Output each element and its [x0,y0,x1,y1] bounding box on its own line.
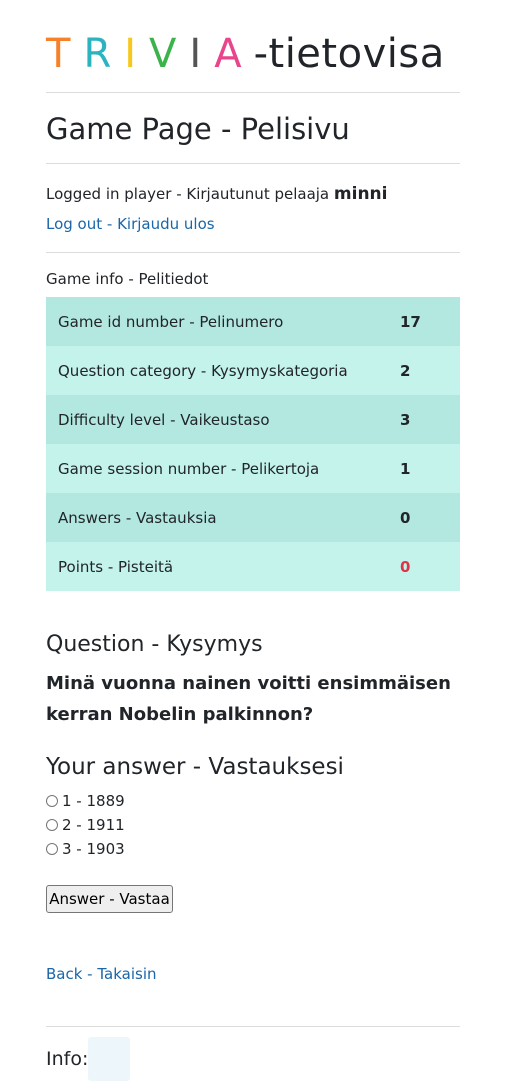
logout-link[interactable]: Log out - Kirjaudu ulos [46,213,215,235]
radio-button[interactable] [46,843,58,855]
question-text: Minä vuonna nainen voitti ensimmäisen ke… [46,673,451,725]
row-value: 1 [390,444,460,493]
logged-in-label: Logged in player - Kirjautunut pelaaja [46,185,334,203]
row-label: Difficulty level - Vaikeustaso [46,395,390,444]
row-value: 2 [390,346,460,395]
logo-letter: R [83,31,112,77]
info-box [88,1037,131,1081]
row-label: Question category - Kysymyskategoria [46,346,390,395]
question-heading: Question - Kysymys [46,632,263,657]
divider [46,1026,460,1027]
row-label: Game session number - Pelikertoja [46,444,390,493]
logo-suffix: -tietovisa [253,31,445,77]
option-label: 1 - 1889 [62,792,125,810]
option-label: 3 - 1903 [62,840,125,858]
row-value: 3 [390,395,460,444]
table-row: Game id number - Pelinumero 17 [46,297,460,346]
back-link[interactable]: Back - Takaisin [46,963,157,985]
answer-options: 1 - 1889 2 - 1911 3 - 1903 [46,789,125,861]
answer-option[interactable]: 3 - 1903 [46,837,125,861]
table-row: Points - Pisteitä 0 [46,542,460,591]
table-row: Answers - Vastauksia 0 [46,493,460,542]
points-value: 0 [390,542,460,591]
radio-button[interactable] [46,819,58,831]
logo-letter: I [124,31,137,77]
divider [46,252,460,253]
answer-heading: Your answer - Vastauksesi [46,754,344,780]
trivia-logo: T R I V I A -tietovisa [46,30,445,78]
divider [46,92,460,93]
answer-option[interactable]: 1 - 1889 [46,789,125,813]
logged-in-player: Logged in player - Kirjautunut pelaaja m… [46,182,387,206]
info-row: Info: [46,1037,131,1081]
option-label: 2 - 1911 [62,816,125,834]
answer-option[interactable]: 2 - 1911 [46,813,125,837]
game-info-label: Game info - Pelitiedot [46,270,209,288]
logo-letter: T [46,31,71,77]
row-value: 17 [390,297,460,346]
answer-button[interactable]: Answer - Vastaa [46,885,173,913]
table-row: Difficulty level - Vaikeustaso 3 [46,395,460,444]
radio-button[interactable] [46,795,58,807]
logo-letter: V [149,31,177,77]
logo-letter: I [189,31,202,77]
game-info-table: Game id number - Pelinumero 17 Question … [46,297,460,591]
table-row: Question category - Kysymyskategoria 2 [46,346,460,395]
row-label: Points - Pisteitä [46,542,390,591]
table-row: Game session number - Pelikertoja 1 [46,444,460,493]
divider [46,163,460,164]
row-label: Game id number - Pelinumero [46,297,390,346]
row-label: Answers - Vastauksia [46,493,390,542]
logo-letter: A [214,31,242,77]
info-label: Info: [46,1048,89,1070]
player-name: minni [333,184,388,204]
page-title: Game Page - Pelisivu [46,112,350,146]
row-value: 0 [390,493,460,542]
